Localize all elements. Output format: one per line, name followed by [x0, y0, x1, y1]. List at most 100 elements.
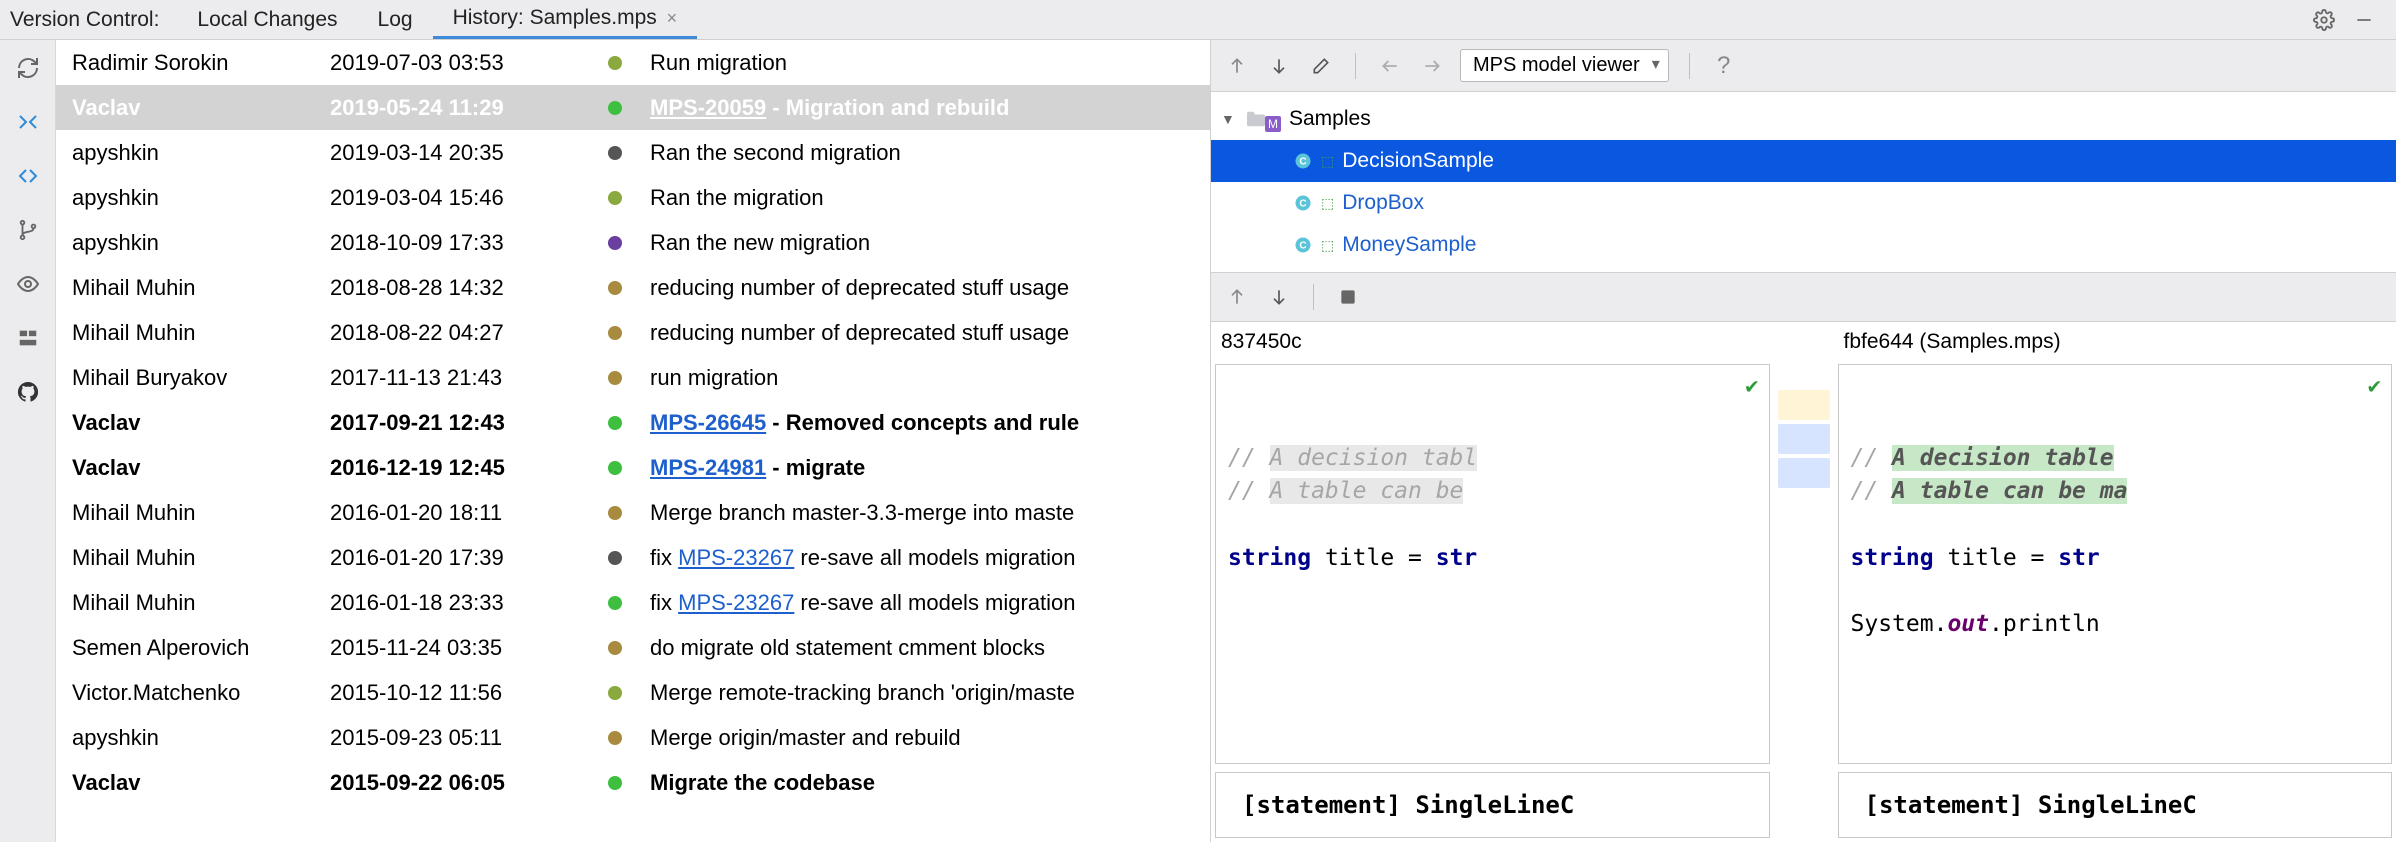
- commit-row[interactable]: Mihail Muhin2016-01-20 17:39fix MPS-2326…: [56, 535, 1210, 580]
- compare-out-icon[interactable]: [10, 158, 46, 194]
- tab-log[interactable]: Log: [358, 2, 433, 38]
- tree-item-label: DropBox: [1342, 191, 1424, 215]
- diff-settings-icon[interactable]: [1334, 283, 1362, 311]
- commit-graph-node: [580, 281, 650, 295]
- svg-text:C: C: [1299, 156, 1306, 167]
- commit-history-list[interactable]: Radimir Sorokin2019-07-03 03:53Run migra…: [56, 40, 1210, 842]
- diff-right-pane[interactable]: ✔ // A decision table // A table can be …: [1838, 364, 2393, 764]
- edit-icon[interactable]: [1307, 52, 1335, 80]
- commit-author: Mihail Muhin: [72, 275, 330, 301]
- commit-author: Mihail Muhin: [72, 320, 330, 346]
- commit-graph-node: [580, 461, 650, 475]
- commit-row[interactable]: Vaclav2015-09-22 06:05Migrate the codeba…: [56, 760, 1210, 805]
- code-comment: //: [1228, 478, 1270, 504]
- commit-message: Ran the new migration: [650, 230, 1210, 256]
- commit-row[interactable]: apyshkin2015-09-23 05:11Merge origin/mas…: [56, 715, 1210, 760]
- commit-graph-node: [580, 56, 650, 70]
- up-arrow-icon[interactable]: [1223, 52, 1251, 80]
- commit-date: 2018-10-09 17:33: [330, 230, 580, 256]
- commit-graph-node: [580, 641, 650, 655]
- tree-item[interactable]: C⬚DropBox: [1211, 182, 2396, 224]
- concept-icon: C: [1293, 235, 1313, 255]
- commit-message: Migrate the codebase: [650, 770, 1210, 796]
- commit-author: Mihail Muhin: [72, 545, 330, 571]
- commit-message: MPS-24981 - migrate: [650, 455, 1210, 481]
- commit-row[interactable]: apyshkin2019-03-04 15:46Ran the migratio…: [56, 175, 1210, 220]
- commit-date: 2016-01-18 23:33: [330, 590, 580, 616]
- commit-row[interactable]: apyshkin2018-10-09 17:33Ran the new migr…: [56, 220, 1210, 265]
- code-text: System.: [1851, 611, 1948, 637]
- tree-root-samples[interactable]: ▼ M Samples: [1211, 98, 2396, 140]
- statement-right[interactable]: [statement] SingleLineC: [1838, 772, 2393, 838]
- commit-row[interactable]: Mihail Muhin2016-01-20 18:11Merge branch…: [56, 490, 1210, 535]
- version-control-topbar: Version Control: Local Changes Log Histo…: [0, 0, 2396, 40]
- branch-icon[interactable]: [10, 212, 46, 248]
- commit-author: Mihail Muhin: [72, 590, 330, 616]
- commit-row[interactable]: Mihail Muhin2018-08-28 14:32reducing num…: [56, 265, 1210, 310]
- commit-date: 2019-07-03 03:53: [330, 50, 580, 76]
- svg-text:C: C: [1299, 198, 1306, 209]
- issue-link[interactable]: MPS-23267: [678, 590, 794, 615]
- commit-message: MPS-26645 - Removed concepts and rule: [650, 410, 1210, 436]
- commit-message: Merge branch master-3.3-merge into maste: [650, 500, 1210, 526]
- commit-row[interactable]: Semen Alperovich2015-11-24 03:35do migra…: [56, 625, 1210, 670]
- code-text: title =: [1934, 545, 2059, 571]
- next-diff-icon[interactable]: [1265, 283, 1293, 311]
- commit-message: Ran the migration: [650, 185, 1210, 211]
- diff-headers: 837450c fbfe644 (Samples.mps): [1211, 322, 2396, 360]
- issue-link[interactable]: MPS-24981: [650, 455, 766, 480]
- help-icon[interactable]: ?: [1710, 52, 1738, 80]
- commit-row[interactable]: Mihail Muhin2016-01-18 23:33fix MPS-2326…: [56, 580, 1210, 625]
- commit-message: run migration: [650, 365, 1210, 391]
- commit-row[interactable]: Mihail Buryakov2017-11-13 21:43run migra…: [56, 355, 1210, 400]
- prev-diff-icon[interactable]: [1223, 283, 1251, 311]
- diff-toolbar: MPS model viewer ?: [1211, 40, 2396, 92]
- svg-text:C: C: [1299, 240, 1306, 251]
- code-comment-hl: A table can be: [1270, 478, 1464, 504]
- commit-row[interactable]: Radimir Sorokin2019-07-03 03:53Run migra…: [56, 40, 1210, 85]
- tab-history-label: History: Samples.mps: [453, 6, 657, 29]
- commit-date: 2016-01-20 18:11: [330, 500, 580, 526]
- minimize-icon[interactable]: [2350, 6, 2378, 34]
- viewer-dropdown[interactable]: MPS model viewer: [1460, 49, 1669, 82]
- diff-left-pane[interactable]: ✔ // A decision tabl // A table can be s…: [1215, 364, 1770, 764]
- compare-in-icon[interactable]: [10, 104, 46, 140]
- issue-link[interactable]: MPS-26645: [650, 410, 766, 435]
- eye-icon[interactable]: [10, 266, 46, 302]
- commit-date: 2016-12-19 12:45: [330, 455, 580, 481]
- commit-row[interactable]: Vaclav2019-05-24 11:29MPS-20059 - Migrat…: [56, 85, 1210, 130]
- commit-message: Merge origin/master and rebuild: [650, 725, 1210, 751]
- tree-item[interactable]: C⬚MoneySample: [1211, 224, 2396, 266]
- commit-author: apyshkin: [72, 725, 330, 751]
- commit-row[interactable]: Vaclav2017-09-21 12:43MPS-26645 - Remove…: [56, 400, 1210, 445]
- folder-icon: [1245, 110, 1267, 128]
- commit-row[interactable]: Vaclav2016-12-19 12:45MPS-24981 - migrat…: [56, 445, 1210, 490]
- commit-author: apyshkin: [72, 140, 330, 166]
- commit-graph-node: [580, 506, 650, 520]
- code-field: out: [1947, 611, 1989, 637]
- commit-author: Victor.Matchenko: [72, 680, 330, 706]
- commit-author: Mihail Buryakov: [72, 365, 330, 391]
- close-icon[interactable]: ×: [667, 8, 678, 28]
- commit-row[interactable]: Victor.Matchenko2015-10-12 11:56Merge re…: [56, 670, 1210, 715]
- forward-arrow-icon[interactable]: [1418, 52, 1446, 80]
- tab-history[interactable]: History: Samples.mps ×: [433, 0, 698, 39]
- refresh-icon[interactable]: [10, 50, 46, 86]
- gear-icon[interactable]: [2310, 6, 2338, 34]
- commit-date: 2019-03-04 15:46: [330, 185, 580, 211]
- tab-local-changes[interactable]: Local Changes: [177, 2, 357, 38]
- github-icon[interactable]: [10, 374, 46, 410]
- layout-icon[interactable]: [10, 320, 46, 356]
- issue-link[interactable]: MPS-20059: [650, 95, 766, 120]
- commit-date: 2019-05-24 11:29: [330, 95, 580, 121]
- commit-row[interactable]: apyshkin2019-03-14 20:35Ran the second m…: [56, 130, 1210, 175]
- issue-link[interactable]: MPS-23267: [678, 545, 794, 570]
- commit-message: do migrate old statement cmment blocks: [650, 635, 1210, 661]
- commit-graph-node: [580, 596, 650, 610]
- commit-graph-node: [580, 146, 650, 160]
- tree-item[interactable]: C⬚DecisionSample: [1211, 140, 2396, 182]
- down-arrow-icon[interactable]: [1265, 52, 1293, 80]
- statement-left[interactable]: [statement] SingleLineC: [1215, 772, 1770, 838]
- commit-row[interactable]: Mihail Muhin2018-08-22 04:27reducing num…: [56, 310, 1210, 355]
- back-arrow-icon[interactable]: [1376, 52, 1404, 80]
